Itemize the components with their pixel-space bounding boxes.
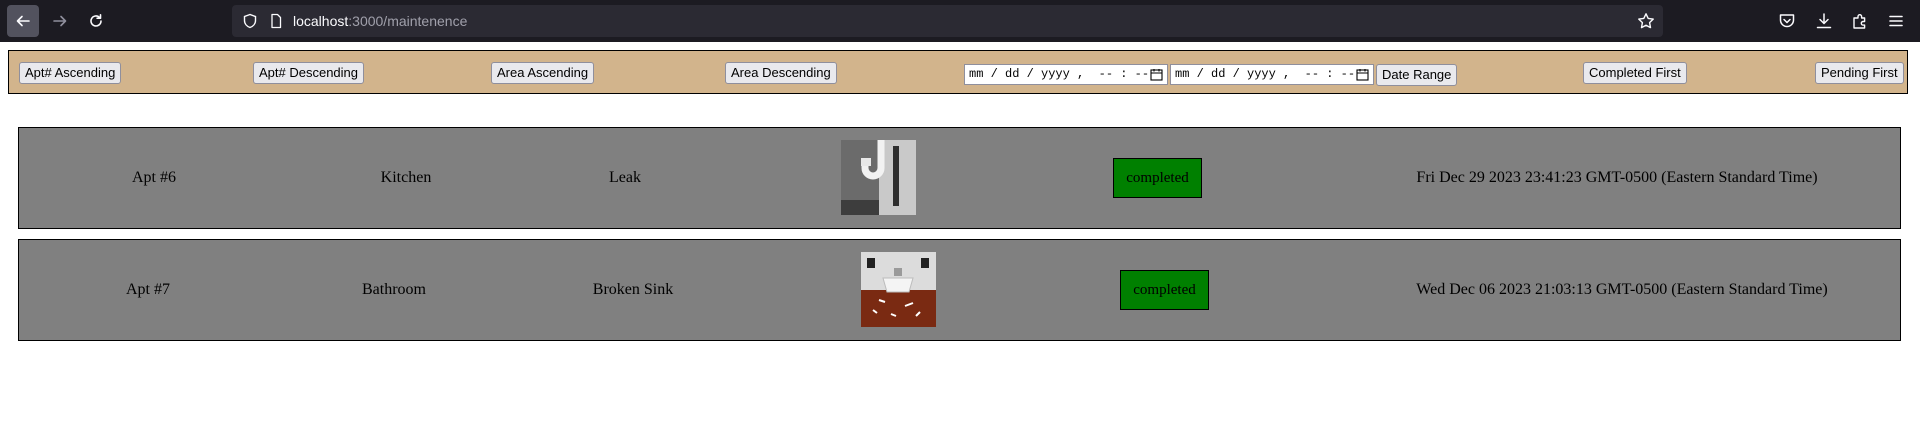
date-end-input[interactable]: mm / dd / yyyy , -- : -- -- bbox=[1170, 64, 1391, 88]
request-date: Wed Dec 06 2023 21:03:13 GMT-0500 (Easte… bbox=[1416, 281, 1828, 298]
maintenance-request-row: Apt #7 Bathroom Broken Sink completed We… bbox=[18, 239, 1901, 341]
back-button[interactable] bbox=[7, 5, 39, 37]
extensions-icon[interactable] bbox=[1851, 12, 1869, 35]
url-path: :3000/maintenence bbox=[348, 13, 468, 29]
pocket-icon[interactable] bbox=[1778, 12, 1796, 35]
completed-first-button[interactable]: Completed First bbox=[1583, 62, 1687, 84]
menu-icon[interactable] bbox=[1887, 12, 1905, 35]
reload-icon bbox=[90, 14, 102, 27]
maintenance-request-row: Apt #6 Kitchen Leak completed Fri Dec 29… bbox=[18, 127, 1901, 229]
status-badge: completed bbox=[1113, 158, 1202, 198]
arrow-right-icon bbox=[53, 15, 67, 27]
browser-toolbar: localhost:3000/maintenence bbox=[0, 0, 1920, 42]
download-icon[interactable] bbox=[1815, 12, 1833, 35]
pending-first-button[interactable]: Pending First bbox=[1815, 62, 1904, 84]
reload-button[interactable] bbox=[80, 5, 112, 37]
forward-button[interactable] bbox=[44, 5, 76, 37]
area-ascending-button[interactable]: Area Ascending bbox=[491, 62, 595, 84]
apt-descending-button[interactable]: Apt# Descending bbox=[253, 62, 365, 84]
status-badge: completed bbox=[1120, 270, 1209, 310]
arrow-left-icon bbox=[16, 15, 30, 27]
sort-filter-bar: Apt# Ascending Apt# Descending Area Asce… bbox=[8, 50, 1908, 94]
url-text[interactable]: localhost:3000/maintenence bbox=[293, 13, 467, 29]
area: Bathroom bbox=[362, 281, 426, 298]
calendar-icon[interactable] bbox=[1150, 68, 1163, 88]
bookmark-star-icon[interactable] bbox=[1637, 12, 1655, 35]
shield-icon[interactable] bbox=[242, 13, 258, 34]
request-photo bbox=[861, 252, 936, 327]
area: Kitchen bbox=[380, 169, 432, 186]
url-host: localhost bbox=[293, 13, 349, 29]
issue: Broken Sink bbox=[592, 281, 674, 298]
date-range-button[interactable]: Date Range bbox=[1376, 64, 1458, 86]
calendar-icon[interactable] bbox=[1356, 68, 1369, 88]
apt-ascending-button[interactable]: Apt# Ascending bbox=[19, 62, 122, 84]
date-start-input[interactable]: mm / dd / yyyy , -- : -- -- bbox=[964, 64, 1185, 88]
issue: Leak bbox=[609, 169, 641, 186]
apt-number: Apt #6 bbox=[132, 169, 176, 186]
page-icon[interactable] bbox=[268, 13, 284, 34]
apt-number: Apt #7 bbox=[126, 281, 170, 298]
address-bar[interactable]: localhost:3000/maintenence bbox=[232, 5, 1663, 37]
area-descending-button[interactable]: Area Descending bbox=[725, 62, 837, 84]
request-date: Fri Dec 29 2023 23:41:23 GMT-0500 (Easte… bbox=[1416, 169, 1818, 186]
request-photo bbox=[841, 140, 916, 215]
